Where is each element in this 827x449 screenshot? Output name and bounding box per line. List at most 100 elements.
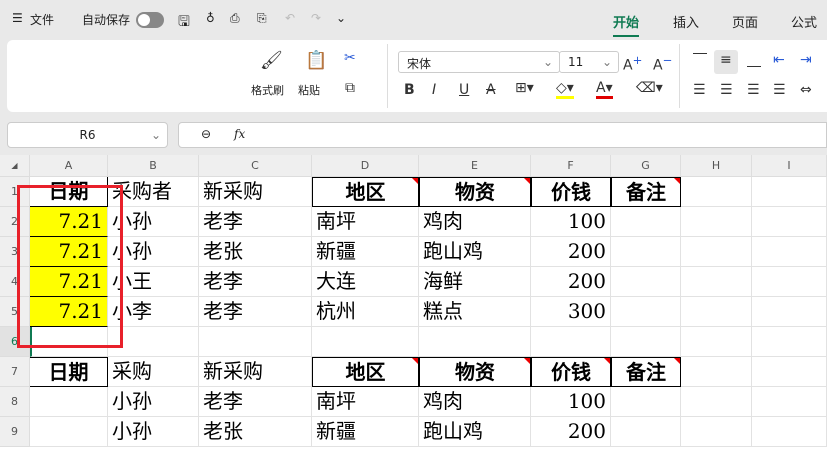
tab-insert[interactable]: 插入	[673, 12, 699, 31]
row-header-9[interactable]: 9	[0, 417, 30, 447]
cell-C8[interactable]: 老李	[199, 387, 312, 417]
cell-F9[interactable]: 200	[531, 417, 611, 447]
spreadsheet-grid[interactable]: ◢ A B C D E F G H I 1 日期 采购者 新采购 地区 物资 价钱 备注 2 7.21 小孙 老李 南坪 鸡肉…	[0, 155, 827, 449]
align-left-icon[interactable]: ☰	[693, 82, 706, 98]
cell-E9[interactable]: 跑山鸡	[419, 417, 531, 447]
cell-F6[interactable]	[531, 327, 611, 357]
cell-H6[interactable]	[681, 327, 752, 357]
cell-F4[interactable]: 200	[531, 267, 611, 297]
save-icon[interactable]: 🖫	[178, 11, 190, 35]
file-menu[interactable]: 文件	[30, 11, 54, 28]
share-icon[interactable]: ♁	[206, 11, 215, 25]
cell-I5[interactable]	[752, 297, 827, 327]
cell-B3[interactable]: 小孙	[108, 237, 199, 267]
cell-C1[interactable]: 新采购	[199, 177, 312, 207]
cell-C5[interactable]: 老李	[199, 297, 312, 327]
format-painter-icon[interactable]: 🖌	[260, 50, 283, 71]
cell-B9[interactable]: 小孙	[108, 417, 199, 447]
cell-H9[interactable]	[681, 417, 752, 447]
cell-C4[interactable]: 老李	[199, 267, 312, 297]
cell-F8[interactable]: 100	[531, 387, 611, 417]
cell-G4[interactable]	[611, 267, 681, 297]
increase-font-icon[interactable]: A+	[623, 53, 642, 74]
cell-D2[interactable]: 南坪	[312, 207, 419, 237]
cell-I8[interactable]	[752, 387, 827, 417]
column-header-G[interactable]: G	[611, 155, 681, 177]
row-header-6[interactable]: 6	[0, 327, 30, 357]
paste-icon[interactable]: 📋	[305, 50, 327, 71]
copy-icon[interactable]: ⧉	[345, 80, 355, 96]
cell-E7[interactable]: 物资	[419, 357, 531, 387]
cell-E2[interactable]: 鸡肉	[419, 207, 531, 237]
cell-A8[interactable]	[30, 387, 108, 417]
border-icon[interactable]: ⊞▾	[515, 80, 534, 96]
redo-icon[interactable]: ↷	[311, 11, 321, 25]
cell-H2[interactable]	[681, 207, 752, 237]
cell-C6[interactable]	[199, 327, 312, 357]
row-header-8[interactable]: 8	[0, 387, 30, 417]
column-header-F[interactable]: F	[531, 155, 611, 177]
cell-I1[interactable]	[752, 177, 827, 207]
cell-E8[interactable]: 鸡肉	[419, 387, 531, 417]
cell-A6[interactable]	[30, 327, 108, 357]
cell-B7[interactable]: 采购	[108, 357, 199, 387]
cell-I2[interactable]	[752, 207, 827, 237]
row-header-3[interactable]: 3	[0, 237, 30, 267]
row-header-1[interactable]: 1	[0, 177, 30, 207]
font-color-icon[interactable]: A▾	[596, 80, 613, 99]
cell-H1[interactable]	[681, 177, 752, 207]
cell-D6[interactable]	[312, 327, 419, 357]
tab-home[interactable]: 开始	[613, 12, 640, 37]
distributed-icon[interactable]: ⇔	[800, 82, 812, 98]
row-header-7[interactable]: 7	[0, 357, 30, 387]
cell-I4[interactable]	[752, 267, 827, 297]
formula-input[interactable]: ⊖ fx	[178, 122, 827, 148]
autosave-toggle[interactable]	[136, 12, 164, 28]
justify-icon[interactable]: ☰	[773, 82, 786, 98]
cell-D3[interactable]: 新疆	[312, 237, 419, 267]
cell-H3[interactable]	[681, 237, 752, 267]
cell-F2[interactable]: 100	[531, 207, 611, 237]
cell-B8[interactable]: 小孙	[108, 387, 199, 417]
fill-color-icon[interactable]: ◇▾	[556, 80, 574, 99]
font-name-select[interactable]: 宋体 ⌄	[398, 51, 560, 73]
align-bottom-icon[interactable]: ⎽	[747, 52, 761, 68]
cell-E1[interactable]: 物资	[419, 177, 531, 207]
menu-icon[interactable]: ☰	[12, 11, 23, 25]
row-header-4[interactable]: 4	[0, 267, 30, 297]
cell-G7[interactable]: 备注	[611, 357, 681, 387]
cell-D7[interactable]: 地区	[312, 357, 419, 387]
cell-G8[interactable]	[611, 387, 681, 417]
tab-page[interactable]: 页面	[732, 12, 758, 31]
cell-A7[interactable]: 日期	[30, 357, 108, 387]
cell-C7[interactable]: 新采购	[199, 357, 312, 387]
cell-I9[interactable]	[752, 417, 827, 447]
cell-C9[interactable]: 老张	[199, 417, 312, 447]
increase-indent-icon[interactable]: ⇥	[800, 52, 812, 68]
zoom-formula-icon[interactable]: ⊖	[201, 127, 211, 141]
cell-C3[interactable]: 老张	[199, 237, 312, 267]
tab-formula[interactable]: 公式	[791, 12, 817, 31]
cell-G2[interactable]	[611, 207, 681, 237]
cell-E5[interactable]: 糕点	[419, 297, 531, 327]
column-header-C[interactable]: C	[199, 155, 312, 177]
select-all-corner[interactable]: ◢	[0, 155, 30, 177]
underline-icon[interactable]: U	[459, 82, 469, 98]
name-box[interactable]: R6 ⌄	[7, 122, 168, 148]
cell-G5[interactable]	[611, 297, 681, 327]
cut-icon[interactable]: ✂	[344, 50, 356, 66]
cell-D5[interactable]: 杭州	[312, 297, 419, 327]
column-header-D[interactable]: D	[312, 155, 419, 177]
column-header-I[interactable]: I	[752, 155, 827, 177]
format-painter-button[interactable]: 格式刷	[251, 82, 284, 98]
cell-A2[interactable]: 7.21	[30, 207, 108, 237]
column-header-H[interactable]: H	[681, 155, 752, 177]
cell-D4[interactable]: 大连	[312, 267, 419, 297]
cell-B6[interactable]	[108, 327, 199, 357]
cell-I3[interactable]	[752, 237, 827, 267]
print-preview-icon[interactable]: ⎘	[257, 11, 267, 26]
clear-format-icon[interactable]: ⌫▾	[636, 80, 663, 96]
align-middle-icon[interactable]: ≡	[720, 52, 732, 68]
cell-G3[interactable]	[611, 237, 681, 267]
cell-A4[interactable]: 7.21	[30, 267, 108, 297]
